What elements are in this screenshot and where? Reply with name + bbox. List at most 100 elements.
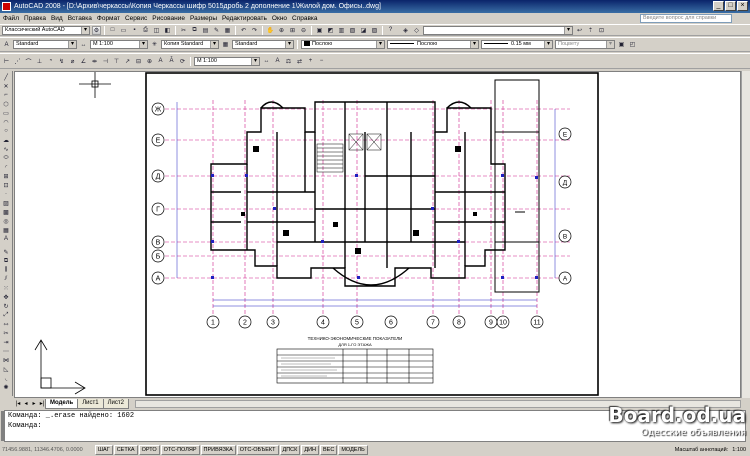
scale-list-icon[interactable]: ⚖ [284, 57, 293, 66]
layer-manager-icon[interactable]: ◈ [401, 26, 410, 35]
toggle-polar[interactable]: ОТС-ПОЛЯР [160, 444, 200, 455]
menu-window[interactable]: Окно [272, 15, 287, 22]
ellipse-arc-icon[interactable]: ◜ [1, 163, 11, 171]
center-mark-icon[interactable]: ⊕ [145, 57, 154, 66]
toggle-dyn[interactable]: ДИН [301, 444, 320, 455]
insert-block-icon[interactable]: ⊞ [1, 172, 11, 180]
menu-file[interactable]: Файл [3, 15, 19, 22]
trim-icon[interactable]: ✂ [1, 329, 11, 337]
add-scale-icon[interactable]: + [306, 57, 315, 66]
chamfer-icon[interactable]: ◺ [1, 365, 11, 373]
publish-icon[interactable]: ◧ [163, 26, 172, 35]
block-editor-icon[interactable]: ▦ [223, 26, 232, 35]
toggle-model[interactable]: МОДЕЛЬ [338, 444, 368, 455]
plot-style-select[interactable]: Поцвету [555, 40, 615, 49]
toggle-ducs[interactable]: ДПСК [279, 444, 301, 455]
dim-diameter-icon[interactable]: ⌀ [68, 57, 77, 66]
properties-icon[interactable]: ▣ [315, 26, 324, 35]
open-file-icon[interactable]: ▭ [119, 26, 128, 35]
tab-model[interactable]: Модель [45, 398, 79, 409]
join-icon[interactable]: ⋈ [1, 356, 11, 364]
mirror-icon[interactable]: ⫼ [1, 266, 11, 274]
close-icon[interactable]: × [737, 1, 748, 11]
remove-scale-icon[interactable]: − [317, 57, 326, 66]
menu-tools[interactable]: Сервис [125, 15, 147, 22]
toggle-otrack[interactable]: ОТС-ОБЪЕКТ [236, 444, 279, 455]
workspace-settings-icon[interactable]: ⚙ [92, 25, 101, 35]
quick-dim-icon[interactable]: ⇹ [90, 57, 99, 66]
circle-icon[interactable]: ○ [1, 127, 11, 135]
dim-style-manager-icon[interactable]: ↔ [262, 57, 271, 66]
layer-states-icon[interactable]: ◇ [412, 26, 421, 35]
text-style-icon[interactable]: A [2, 40, 11, 49]
break-icon[interactable]: ⋯ [1, 347, 11, 355]
rotate-icon[interactable]: ↻ [1, 302, 11, 310]
make-layer-current-icon[interactable]: ⇡ [586, 26, 595, 35]
construction-line-icon[interactable]: ✕ [1, 82, 11, 90]
save-icon[interactable]: ▪ [130, 26, 139, 35]
rectangle-icon[interactable]: ▭ [1, 109, 11, 117]
toggle-ortho[interactable]: ОРТО [138, 444, 160, 455]
annotation-scale-value[interactable]: 1:100 [732, 447, 746, 453]
dim-jogged-icon[interactable]: ↯ [57, 57, 66, 66]
new-file-icon[interactable]: □ [108, 26, 117, 35]
revision-cloud-icon[interactable]: ☁ [1, 136, 11, 144]
text-style-manager-icon[interactable]: A [273, 57, 282, 66]
table-style-select[interactable]: Standard [232, 40, 294, 49]
dim-edit-icon[interactable]: A [156, 57, 165, 66]
sheet-set-icon[interactable]: ▧ [348, 26, 357, 35]
mtext-icon[interactable]: A [1, 235, 11, 243]
toggle-osnap[interactable]: ПРИВЯЗКА [200, 444, 236, 455]
paste-icon[interactable]: ▤ [201, 26, 210, 35]
zoom-realtime-icon[interactable]: ⊕ [277, 26, 286, 35]
dim-scale-select[interactable]: М 1:100 [90, 40, 148, 49]
menu-dimension[interactable]: Размеры [190, 15, 217, 22]
print-icon[interactable]: ⎙ [141, 26, 150, 35]
hatch-icon[interactable]: ▨ [1, 199, 11, 207]
tab-prev-icon[interactable]: ◂ [22, 400, 30, 408]
layer-previous-icon[interactable]: ↩ [575, 26, 584, 35]
dim-update-icon[interactable]: ⟳ [178, 57, 187, 66]
tolerance-icon[interactable]: ⊟ [134, 57, 143, 66]
design-center-icon[interactable]: ◩ [326, 26, 335, 35]
polygon-icon[interactable]: ⬡ [1, 100, 11, 108]
menu-format[interactable]: Формат [97, 15, 120, 22]
spline-icon[interactable]: ∿ [1, 145, 11, 153]
dim-style-select[interactable]: Копия Standard [161, 40, 219, 49]
pan-icon[interactable]: ✋ [266, 26, 275, 35]
annotation-scale-select[interactable]: М 1:100 [194, 56, 260, 66]
table-style-icon[interactable]: ▦ [221, 40, 230, 49]
toggle-grid[interactable]: СЕТКА [113, 444, 138, 455]
menu-view[interactable]: Вид [51, 15, 63, 22]
maximize-icon[interactable]: □ [725, 1, 736, 11]
help-icon[interactable]: ? [386, 26, 395, 35]
zoom-window-icon[interactable]: ⊞ [288, 26, 297, 35]
zoom-previous-icon[interactable]: ⊖ [299, 26, 308, 35]
menu-modify[interactable]: Редактировать [222, 15, 267, 22]
point-icon[interactable]: · [1, 190, 11, 198]
command-line-grip[interactable] [1, 411, 4, 441]
polyline-icon[interactable]: ⌐ [1, 91, 11, 99]
quick-leader-icon[interactable]: ↗ [123, 57, 132, 66]
coordinates-readout[interactable]: 71456.9881, 11346.4706, 0.0000 [2, 447, 94, 453]
print-preview-icon[interactable]: ◫ [152, 26, 161, 35]
tool-palettes-icon[interactable]: ▥ [337, 26, 346, 35]
tab-sheet1[interactable]: Лист1 [77, 398, 104, 409]
toggle-snap[interactable]: ШАГ [95, 444, 113, 455]
dim-style-icon[interactable]: ↔ [79, 40, 88, 49]
dim-aligned-icon[interactable]: ⋰ [13, 57, 22, 66]
layer-isolate-icon[interactable]: ⊡ [597, 26, 606, 35]
menu-draw[interactable]: Рисование [152, 15, 185, 22]
make-block-icon[interactable]: ⊡ [1, 181, 11, 189]
toggle-lwt[interactable]: ВЕС [320, 444, 338, 455]
drawing-canvas[interactable]: 1 2 3 4 5 6 7 8 9 10 11 Ж Е Д Г В Б А Е … [14, 71, 741, 398]
properties-panel-icon[interactable]: ▣ [617, 40, 626, 49]
dim-radius-icon[interactable]: ◔ [46, 57, 55, 66]
region-icon[interactable]: ◎ [1, 217, 11, 225]
copy-object-icon[interactable]: ⧉ [1, 257, 11, 265]
extend-icon[interactable]: ⇥ [1, 338, 11, 346]
dim-angular-icon[interactable]: ∠ [79, 57, 88, 66]
annotation-visibility-icon[interactable]: ✳ [150, 40, 159, 49]
sync-scales-icon[interactable]: ⇄ [295, 57, 304, 66]
dim-ordinate-icon[interactable]: ⊥ [35, 57, 44, 66]
